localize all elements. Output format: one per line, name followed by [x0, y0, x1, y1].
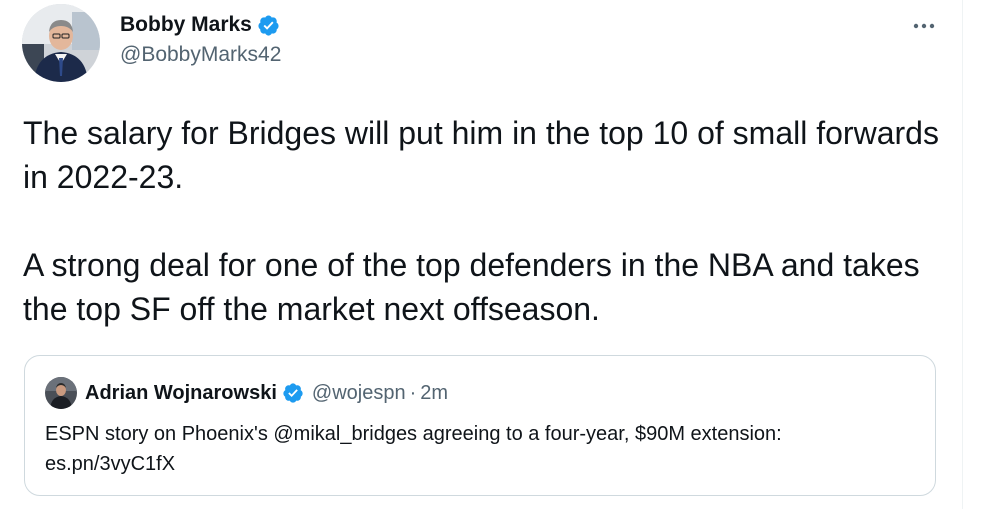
quote-header: Adrian Wojnarowski @wojespn · 2m [45, 376, 448, 410]
quote-text: ESPN story on Phoenix's @mikal_bridges a… [45, 423, 782, 475]
quote-separator: · [409, 381, 417, 404]
quote-author-avatar[interactable] [45, 377, 77, 409]
quote-tweet-card[interactable]: Adrian Wojnarowski @wojespn · 2m ESPN st… [24, 355, 936, 496]
column-divider [962, 0, 963, 509]
tweet-text: The salary for Bridges will put him in t… [23, 115, 939, 327]
more-options-button[interactable] [906, 16, 942, 36]
quote-author-handle[interactable]: @wojespn [312, 382, 406, 405]
author-handle[interactable]: @BobbyMarks42 [120, 43, 281, 67]
author-display-name[interactable]: Bobby Marks [120, 13, 252, 37]
author-avatar[interactable] [22, 4, 100, 82]
quote-timestamp[interactable]: 2m [420, 382, 448, 405]
quote-verified-badge-icon [282, 382, 304, 404]
verified-badge-icon [257, 14, 280, 37]
author-block: Bobby Marks @BobbyMarks42 [120, 10, 281, 67]
more-horizontal-icon [913, 23, 935, 29]
quote-author-display-name[interactable]: Adrian Wojnarowski [85, 382, 277, 405]
author-name-row: Bobby Marks [120, 10, 281, 40]
tweet-page: Bobby Marks @BobbyMarks42 The salary for… [0, 0, 1000, 509]
